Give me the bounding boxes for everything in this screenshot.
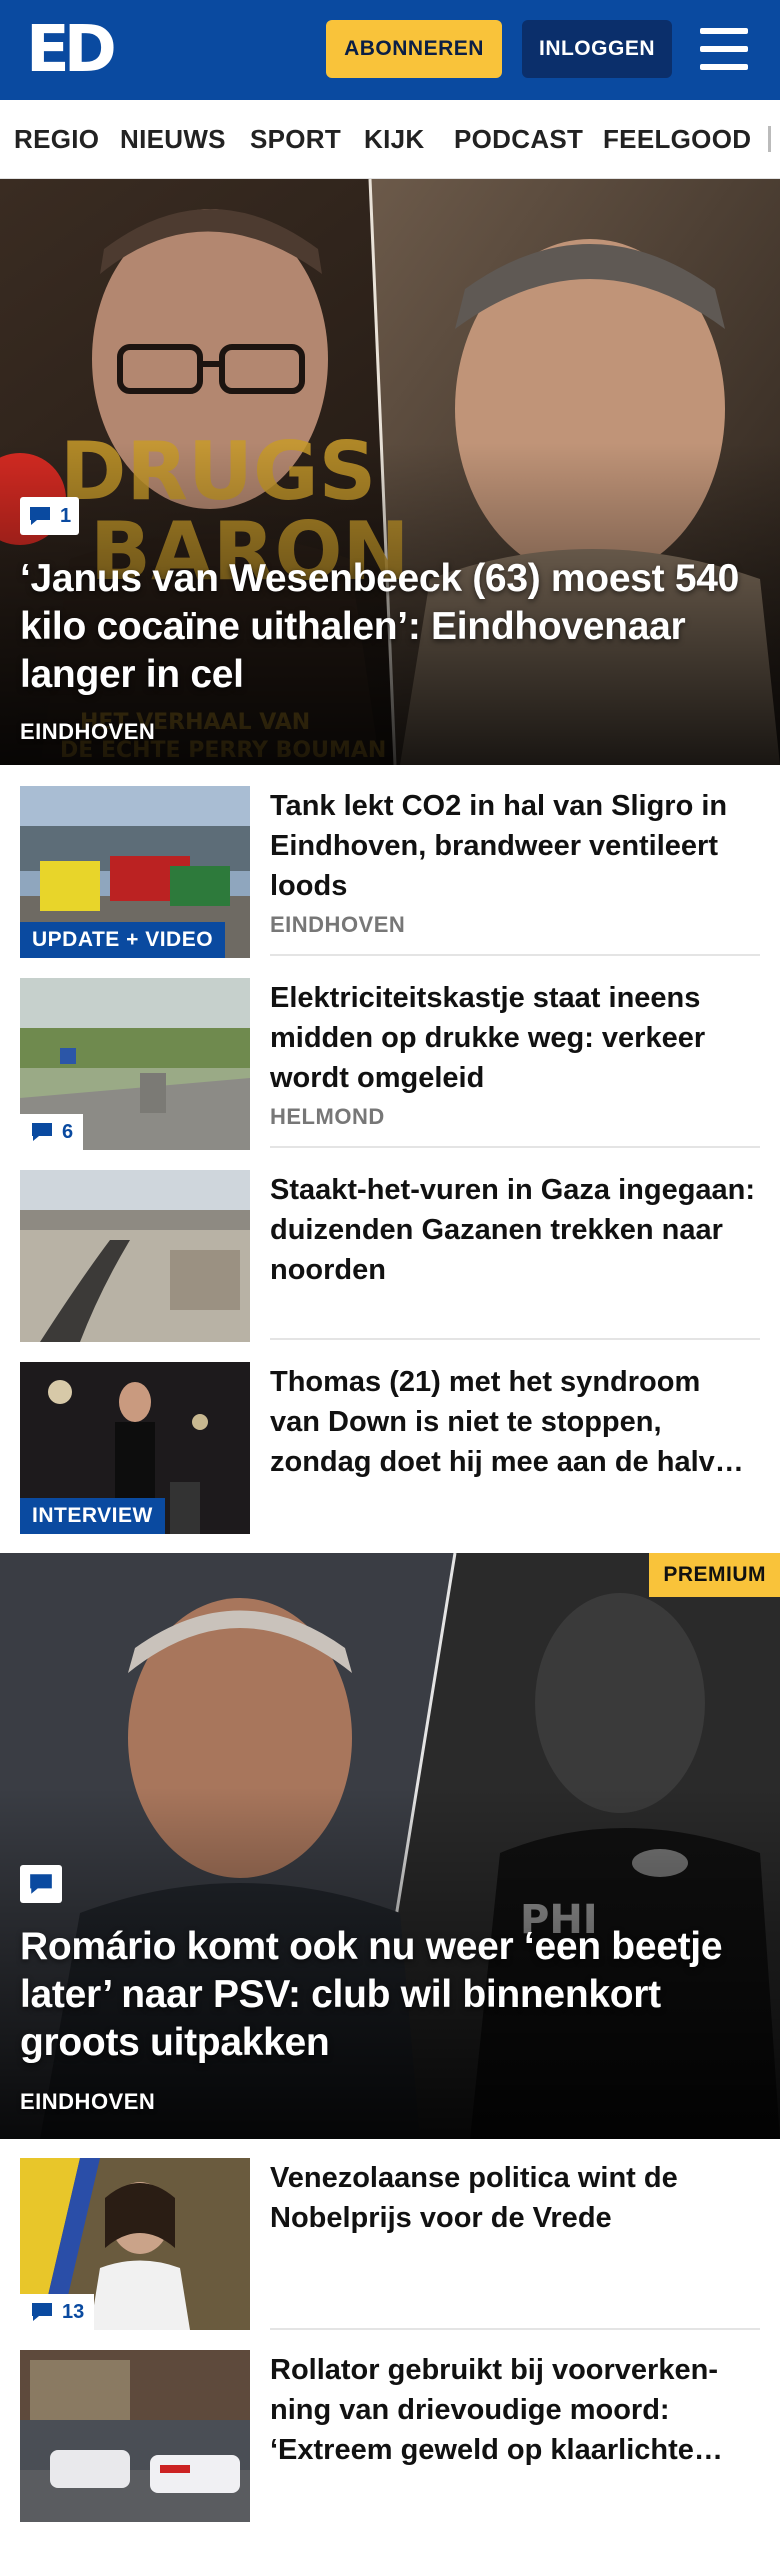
hero-section-label: EINDHOVEN <box>20 2089 156 2114</box>
list-item[interactable]: UPDATE + VIDEO Tank lekt CO2 in hal van … <box>0 786 780 958</box>
hero-section-label: EINDHOVEN <box>20 719 156 744</box>
nav-overflow-divider <box>768 126 771 152</box>
article-thumbnail: 6 <box>20 978 250 1150</box>
nav-item-regio[interactable]: REGIO <box>14 100 99 178</box>
divider <box>270 954 760 956</box>
interview-tag: INTERVIEW <box>20 1498 165 1534</box>
article-comment-count[interactable]: 13 <box>20 2294 95 2330</box>
comment-icon <box>32 2303 52 2321</box>
nav-item-sport[interactable]: SPORT <box>250 100 341 178</box>
article-comment-count[interactable]: 6 <box>20 1114 84 1150</box>
article-section: HELMOND <box>270 1104 385 1129</box>
gaza-crowd-photo <box>20 1170 250 1342</box>
article-thumbnail <box>20 1170 250 1342</box>
article-thumbnail: 13 <box>20 2158 250 2330</box>
login-button[interactable]: INLOGGEN <box>522 20 672 78</box>
comment-count-number: 6 <box>62 1120 74 1143</box>
list-item[interactable]: 6 Elektriciteitskastje staat ineens midd… <box>0 978 780 1150</box>
article-thumbnail <box>20 2350 250 2522</box>
article-title[interactable]: Elektriciteitskastje staat ineens midden… <box>270 978 756 1098</box>
list-item[interactable]: Staakt-het-vuren in Gaza ingegaan: duize… <box>0 1170 780 1342</box>
hero-article-romario[interactable]: PHI PREMIUM Romário komt ook nu weer ‘ee… <box>0 1553 780 2139</box>
comment-icon <box>30 507 50 525</box>
nav-item-nieuws[interactable]: NIEUWS <box>120 100 226 178</box>
nav-item-podcast[interactable]: PODCAST <box>454 100 583 178</box>
divider <box>270 1338 760 1340</box>
hero-comment-button[interactable] <box>20 1865 62 1903</box>
nav-item-kijk[interactable]: KIJK <box>364 100 424 178</box>
crime-scene-photo <box>20 2350 250 2522</box>
hero-title[interactable]: Romário komt ook nu weer ‘een beetje lat… <box>20 1923 760 2067</box>
article-section: EINDHOVEN <box>270 912 406 937</box>
article-title[interactable]: Venezolaanse politica wint de Nobelprijs… <box>270 2158 756 2238</box>
comment-count-number: 13 <box>62 2300 85 2323</box>
site-header: ED ABONNEREN INLOGGEN <box>0 0 780 100</box>
nav-item-feelgood[interactable]: FEELGOOD <box>603 100 751 178</box>
article-thumbnail: UPDATE + VIDEO <box>20 786 250 958</box>
ed-logo[interactable]: ED <box>26 18 120 82</box>
article-title[interactable]: Staakt-het-vuren in Gaza ingegaan: duize… <box>270 1170 756 1290</box>
list-item[interactable]: Rollator gebruikt bij voorverken­ning va… <box>0 2350 780 2522</box>
hero-title[interactable]: ‘Janus van Wesenbeeck (63) moest 540 kil… <box>20 555 760 699</box>
article-thumbnail: INTERVIEW <box>20 1362 250 1534</box>
subscribe-button[interactable]: ABONNEREN <box>326 20 502 78</box>
list-item[interactable]: 13 Venezolaanse politica wint de Nobelpr… <box>0 2158 780 2330</box>
hamburger-menu-icon[interactable] <box>698 24 750 74</box>
hero-article-drugsbaron[interactable]: DRUGS BARON HET VERHAAL VAN DE ECHTE PER… <box>0 179 780 765</box>
update-video-tag: UPDATE + VIDEO <box>20 922 226 958</box>
comment-count-number: 1 <box>60 504 72 527</box>
comment-icon <box>30 1874 52 1894</box>
list-item[interactable]: INTERVIEW Thomas (21) met het syndroom v… <box>0 1362 780 1534</box>
hero-comment-count[interactable]: 1 <box>20 497 80 535</box>
section-nav: REGIO NIEUWS SPORT KIJK PODCAST FEELGOOD <box>0 100 780 179</box>
comment-icon <box>32 1123 52 1141</box>
premium-badge: PREMIUM <box>649 1553 780 1597</box>
divider <box>270 1146 760 1148</box>
article-title[interactable]: Thomas (21) met het syndroom van Down is… <box>270 1362 756 1482</box>
article-title[interactable]: Tank lekt CO2 in hal van Sligro in Eindh… <box>270 786 756 906</box>
article-title[interactable]: Rollator gebruikt bij voorverken­ning va… <box>270 2350 756 2470</box>
divider <box>270 2328 760 2330</box>
